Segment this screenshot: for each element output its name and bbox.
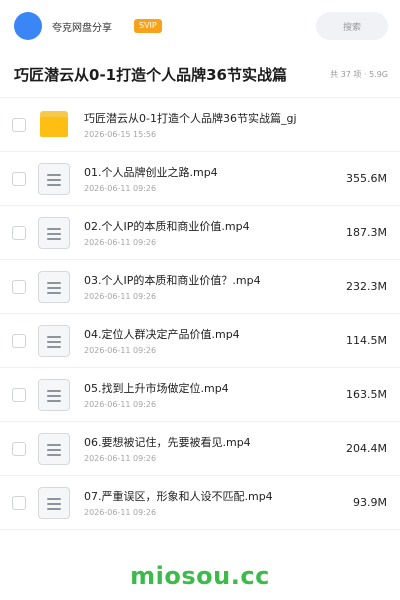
row-checkbox[interactable] (12, 495, 26, 510)
file-size: 187.3M (346, 226, 387, 239)
video-file-icon (38, 162, 70, 195)
search-button[interactable]: 搜索 (316, 12, 388, 40)
file-name: 03.个人IP的本质和商业价值？.mp4 (84, 274, 261, 287)
video-file-icon (38, 270, 70, 303)
file-date: 2026-06-11 09:26 (84, 346, 157, 355)
file-row[interactable]: 06.要想被记住，先要被看见.mp4 2026-06-11 09:26 204.… (0, 422, 400, 476)
file-date: 2026-06-11 09:26 (84, 292, 157, 301)
row-checkbox[interactable] (12, 171, 26, 186)
row-checkbox[interactable] (12, 441, 26, 456)
file-name: 04.定位人群决定产品价值.mp4 (84, 328, 240, 341)
row-checkbox[interactable] (12, 333, 26, 348)
file-name: 06.要想被记住，先要被看见.mp4 (84, 436, 251, 449)
file-date: 2026-06-11 09:26 (84, 184, 157, 193)
row-checkbox[interactable] (12, 387, 26, 402)
video-file-icon (38, 486, 70, 519)
file-date: 2026-06-11 09:26 (84, 508, 157, 517)
file-name: 01.个人品牌创业之路.mp4 (84, 166, 218, 179)
file-date: 2026-06-11 09:26 (84, 400, 157, 409)
row-checkbox[interactable] (12, 279, 26, 294)
title-bar: 巧匠潜云从0-1打造个人品牌36节实战篇 共 37 项 · 5.9G (0, 52, 400, 98)
file-name: 07.严重误区，形象和人设不匹配.mp4 (84, 490, 273, 503)
file-row[interactable]: 04.定位人群决定产品价值.mp4 2026-06-11 09:26 114.5… (0, 314, 400, 368)
video-file-icon (38, 324, 70, 357)
file-size: 355.6M (346, 172, 387, 185)
row-checkbox[interactable] (12, 225, 26, 240)
file-name: 巧匠潜云从0-1打造个人品牌36节实战篇_gj (84, 112, 297, 125)
svip-badge: SVIP (134, 19, 162, 33)
file-row[interactable]: 01.个人品牌创业之路.mp4 2026-06-11 09:26 355.6M (0, 152, 400, 206)
header-bar: 夸克网盘分享 SVIP 搜索 (0, 0, 400, 52)
file-size: 232.3M (346, 280, 387, 293)
row-checkbox[interactable] (12, 117, 26, 132)
page-title: 巧匠潜云从0-1打造个人品牌36节实战篇 (14, 66, 287, 84)
file-row[interactable]: 02.个人IP的本质和商业价值.mp4 2026-06-11 09:26 187… (0, 206, 400, 260)
file-name: 02.个人IP的本质和商业价值.mp4 (84, 220, 250, 233)
folder-row[interactable]: 巧匠潜云从0-1打造个人品牌36节实战篇_gj 2026-06-15 15:56 (0, 98, 400, 152)
file-size: 163.5M (346, 388, 387, 401)
item-count-meta: 共 37 项 · 5.9G (330, 70, 388, 79)
file-size: 114.5M (346, 334, 387, 347)
watermark: miosou.cc (130, 562, 270, 590)
file-row[interactable]: 07.严重误区，形象和人设不匹配.mp4 2026-06-11 09:26 93… (0, 476, 400, 530)
file-date: 2026-06-11 09:26 (84, 238, 157, 247)
app-name: 夸克网盘分享 (52, 22, 112, 34)
folder-icon (38, 109, 70, 141)
file-row[interactable]: 03.个人IP的本质和商业价值？.mp4 2026-06-11 09:26 23… (0, 260, 400, 314)
file-date: 2026-06-11 09:26 (84, 454, 157, 463)
video-file-icon (38, 432, 70, 465)
file-name: 05.找到上升市场做定位.mp4 (84, 382, 229, 395)
video-file-icon (38, 378, 70, 411)
avatar[interactable] (14, 12, 42, 40)
file-size: 204.4M (346, 442, 387, 455)
file-date: 2026-06-15 15:56 (84, 130, 157, 139)
video-file-icon (38, 216, 70, 249)
file-row[interactable]: 05.找到上升市场做定位.mp4 2026-06-11 09:26 163.5M (0, 368, 400, 422)
file-size: 93.9M (353, 496, 387, 509)
file-list: 巧匠潜云从0-1打造个人品牌36节实战篇_gj 2026-06-15 15:56… (0, 98, 400, 530)
